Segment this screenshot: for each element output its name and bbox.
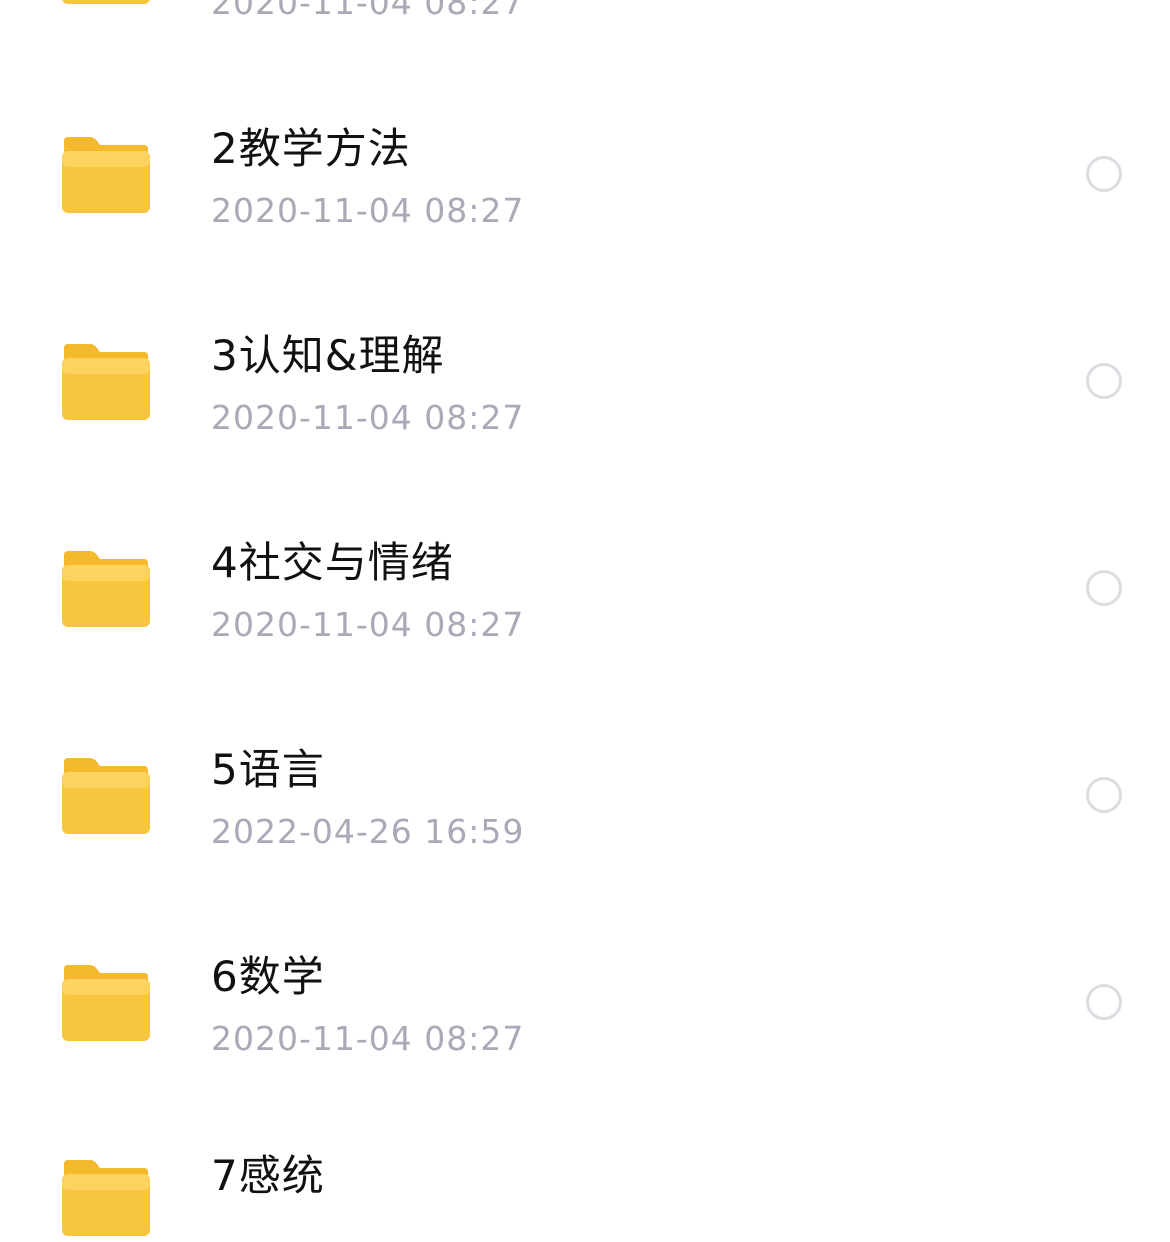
- folder-icon: [60, 135, 150, 215]
- file-list: 2020-11-04 08:27 2教学方法 2020-11-04 08:27 …: [0, 0, 1170, 1236]
- folder-row[interactable]: 7感统: [0, 1035, 1170, 1242]
- select-radio[interactable]: [1086, 984, 1122, 1020]
- folder-icon: [60, 549, 150, 629]
- folder-name: 3认知&理解: [211, 331, 445, 380]
- folder-icon: [60, 756, 150, 836]
- folder-icon: [60, 1158, 150, 1238]
- folder-row[interactable]: 6数学 2020-11-04 08:27: [0, 828, 1170, 1058]
- folder-name: 2教学方法: [211, 124, 411, 173]
- select-radio[interactable]: [1086, 363, 1122, 399]
- folder-icon: [60, 342, 150, 422]
- select-radio[interactable]: [1086, 570, 1122, 606]
- folder-icon: [60, 963, 150, 1043]
- select-radio[interactable]: [1086, 777, 1122, 813]
- select-radio[interactable]: [1086, 156, 1122, 192]
- folder-row[interactable]: 4社交与情绪 2020-11-04 08:27: [0, 414, 1170, 644]
- folder-name: 7感统: [211, 1151, 325, 1200]
- folder-name: 6数学: [211, 952, 325, 1001]
- folder-name: 4社交与情绪: [211, 538, 454, 587]
- folder-row[interactable]: 5语言 2022-04-26 16:59: [0, 621, 1170, 851]
- folder-row[interactable]: 3认知&理解 2020-11-04 08:27: [0, 207, 1170, 437]
- folder-row[interactable]: 2教学方法 2020-11-04 08:27: [0, 0, 1170, 230]
- folder-name: 5语言: [211, 745, 325, 794]
